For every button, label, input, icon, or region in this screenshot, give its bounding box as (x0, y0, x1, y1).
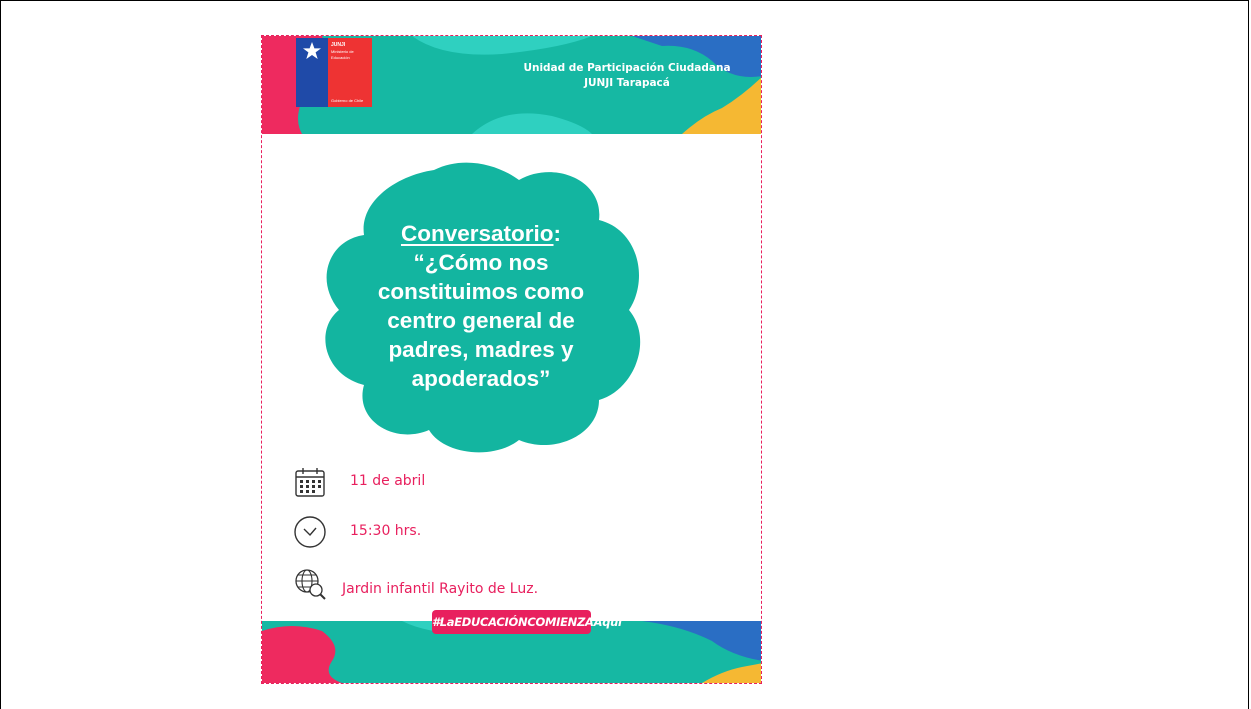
logo-ministry: Ministerio de Educación (331, 49, 354, 60)
logo-government: Gobierno de Chile (331, 98, 364, 103)
hashtag-badge: #LaEDUCACIÓNCOMIENZAAquí (432, 610, 622, 634)
title-line: “¿Cómo nos (413, 250, 549, 275)
title-line: constituimos como (377, 279, 585, 304)
event-time: 15:30 hrs. (350, 523, 422, 539)
star-icon (303, 42, 321, 59)
organization-text: Unidad de Participación Ciudadana JUNJI … (512, 61, 742, 91)
title-colon: : (553, 221, 562, 246)
title-line: apoderados” (411, 366, 551, 391)
org-unit: Unidad de Participación Ciudadana (523, 62, 731, 74)
globe-search-icon (295, 569, 326, 600)
event-poster: JUNJI Ministerio de Educación Gobierno d… (261, 35, 762, 684)
event-title: Conversatorio: “¿Cómo nos constituimos c… (366, 219, 596, 393)
calendar-icon (295, 468, 325, 497)
title-label: Conversatorio (400, 221, 554, 246)
org-region: JUNJI Tarapacá (584, 77, 670, 89)
government-logo: JUNJI Ministerio de Educación Gobierno d… (296, 38, 372, 107)
title-line: padres, madres y (388, 337, 574, 362)
event-date: 11 de abril (350, 473, 426, 489)
clock-icon (294, 516, 326, 548)
event-place: Jardin infantil Rayito de Luz. (342, 581, 539, 597)
logo-name: JUNJI (331, 42, 346, 48)
title-line: centro general de (387, 308, 575, 333)
